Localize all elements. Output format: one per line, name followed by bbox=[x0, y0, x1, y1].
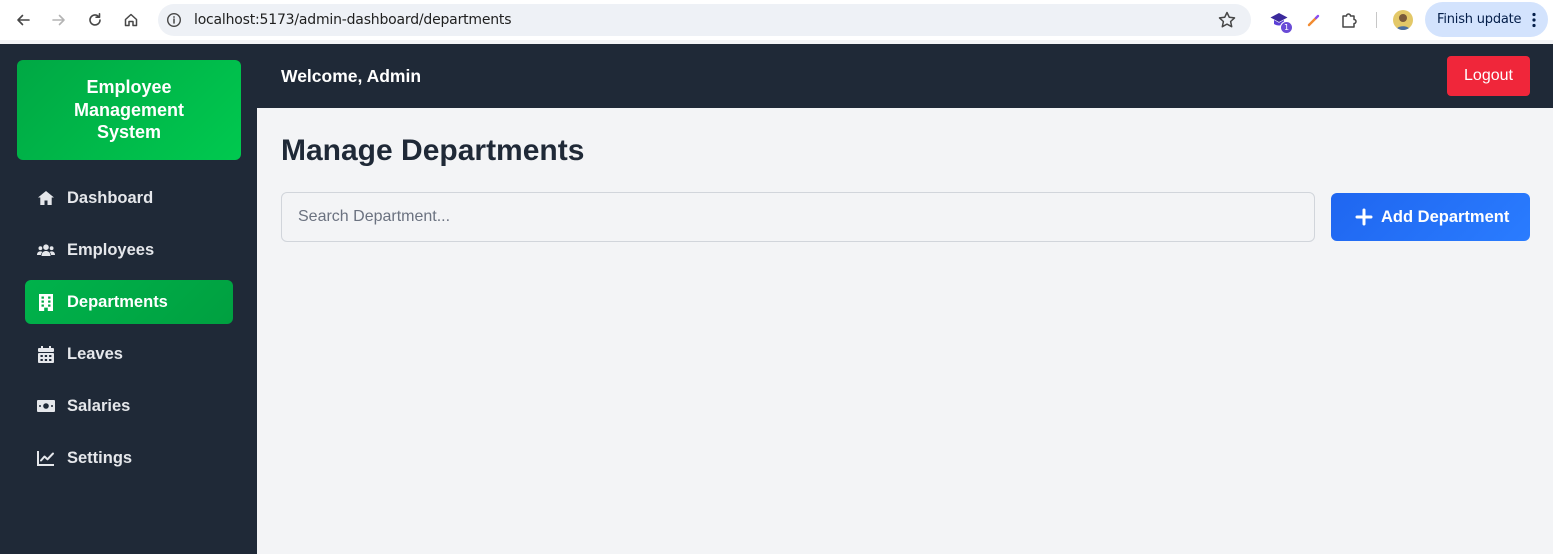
home-outline-icon bbox=[124, 13, 138, 27]
extensions-menu-button[interactable] bbox=[1337, 8, 1361, 32]
sidebar-item-departments[interactable]: Departments bbox=[25, 280, 233, 324]
sidebar-item-label: Departments bbox=[67, 293, 168, 311]
calendar-icon bbox=[37, 345, 55, 363]
plus-icon bbox=[1355, 208, 1373, 226]
money-bill-icon bbox=[37, 397, 55, 415]
color-picker-icon bbox=[1307, 14, 1320, 27]
more-vertical-icon bbox=[1532, 12, 1536, 28]
site-info-icon[interactable] bbox=[166, 12, 182, 28]
logout-button[interactable]: Logout bbox=[1447, 56, 1530, 96]
users-icon bbox=[37, 241, 55, 259]
extension-button[interactable]: 1 bbox=[1267, 8, 1293, 34]
sidebar-item-label: Leaves bbox=[67, 345, 123, 363]
home-icon bbox=[37, 189, 55, 207]
add-department-label: Add Department bbox=[1381, 208, 1510, 226]
building-icon bbox=[37, 293, 55, 311]
brand-title: Employee Management System bbox=[73, 77, 185, 143]
sidebar-item-dashboard[interactable]: Dashboard bbox=[25, 176, 233, 220]
sidebar-item-salaries[interactable]: Salaries bbox=[25, 384, 233, 428]
reload-icon bbox=[89, 13, 101, 26]
sidebar-item-label: Employees bbox=[67, 241, 155, 259]
reload-button[interactable] bbox=[83, 8, 107, 32]
extension-button[interactable] bbox=[1302, 8, 1326, 32]
avatar-icon bbox=[1396, 14, 1410, 30]
url-text[interactable]: localhost:5173/admin-dashboard/departmen… bbox=[194, 12, 512, 28]
puzzle-icon bbox=[1342, 13, 1357, 28]
add-department-button[interactable]: Add Department bbox=[1331, 193, 1530, 241]
search-input[interactable] bbox=[281, 192, 1315, 242]
sidebar-item-leaves[interactable]: Leaves bbox=[25, 332, 233, 376]
sidebar-item-settings[interactable]: Settings bbox=[25, 436, 233, 480]
finish-update-button[interactable]: Finish update bbox=[1425, 2, 1548, 37]
arrow-right-icon bbox=[52, 14, 65, 26]
arrow-left-icon bbox=[17, 14, 30, 26]
page-title: Manage Departments bbox=[281, 134, 585, 167]
home-button[interactable] bbox=[119, 8, 143, 32]
welcome-text: Welcome, Admin bbox=[281, 66, 422, 86]
toolbar-divider bbox=[1376, 12, 1377, 28]
address-bar[interactable]: localhost:5173/admin-dashboard/departmen… bbox=[158, 4, 1251, 36]
forward-button[interactable] bbox=[47, 8, 71, 32]
sidebar: Employee Management System Dashboard Emp… bbox=[0, 44, 257, 554]
chart-line-icon bbox=[37, 449, 55, 467]
profile-avatar[interactable] bbox=[1393, 10, 1413, 30]
brand-logo: Employee Management System bbox=[17, 60, 241, 160]
sidebar-item-label: Settings bbox=[67, 449, 133, 467]
finish-update-label: Finish update bbox=[1437, 12, 1522, 27]
sidebar-item-employees[interactable]: Employees bbox=[25, 228, 233, 272]
header: Welcome, Admin Logout bbox=[257, 44, 1553, 108]
back-button[interactable] bbox=[11, 8, 35, 32]
main-content: Manage Departments Add Department bbox=[257, 108, 1553, 554]
extension-badge: 1 bbox=[1280, 21, 1293, 34]
browser-toolbar: localhost:5173/admin-dashboard/departmen… bbox=[0, 0, 1553, 40]
sidebar-item-label: Salaries bbox=[67, 397, 131, 415]
bookmark-star-icon[interactable] bbox=[1217, 10, 1237, 30]
sidebar-item-label: Dashboard bbox=[67, 189, 154, 207]
